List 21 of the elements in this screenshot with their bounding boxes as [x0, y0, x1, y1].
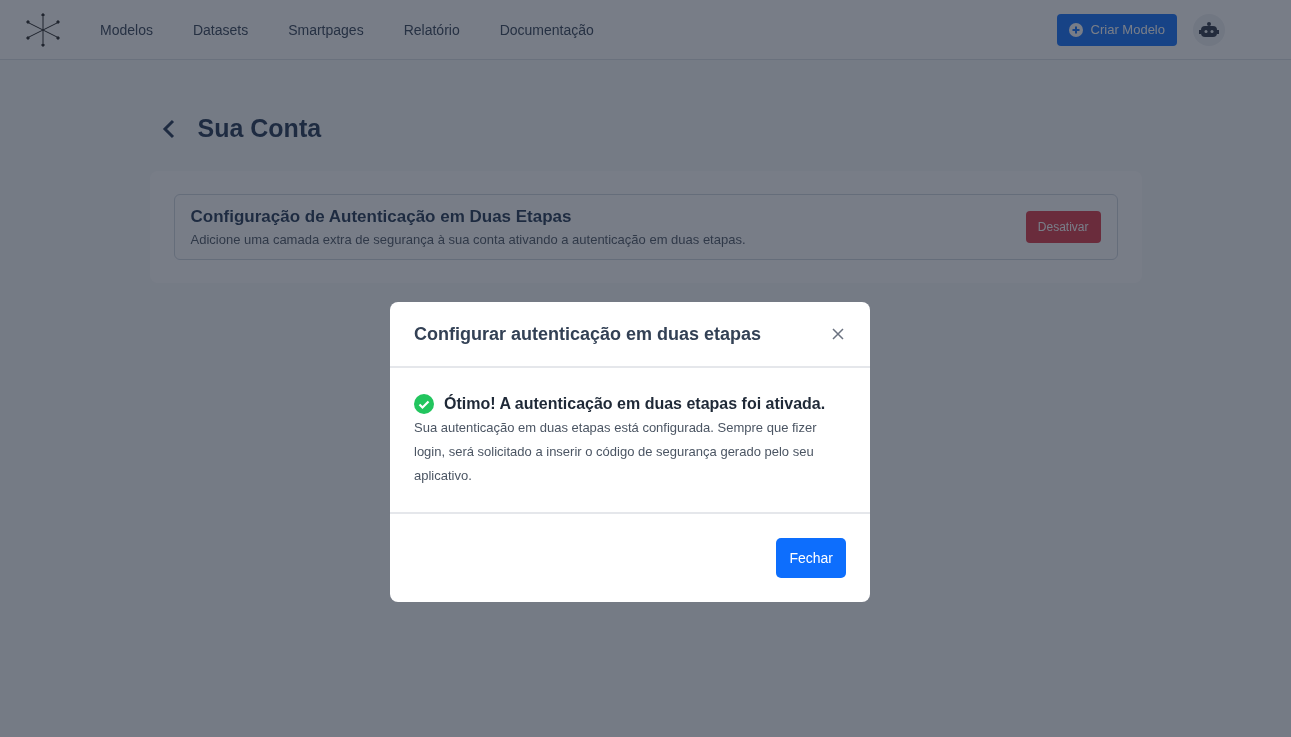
nav-link[interactable]: Relatório: [403, 21, 460, 38]
plus-circle-icon: [1068, 22, 1083, 37]
logo-icon: [26, 12, 60, 47]
check-circle-icon: [414, 394, 434, 414]
create-model-button[interactable]: Criar Modelo: [1056, 13, 1177, 46]
nav-link[interactable]: Smartpages: [288, 21, 364, 38]
disable-button[interactable]: Desativar: [1025, 211, 1101, 243]
panel-title: Configuração de Autenticação em Duas Etapas: [190, 207, 573, 227]
success-message: Sua autenticação em duas etapas está configurada. Sempre que fizer login, será solicitado a inserir o código de segurança gerado pelo seu aplicativo.: [414, 419, 818, 485]
avatar[interactable]: [1193, 13, 1225, 46]
panel-description: Adicione uma camada extra de segurança à sua conta ativando a autenticação em duas etapas.: [190, 232, 746, 247]
dialog-title: Configurar autenticação em duas etapas: [414, 323, 762, 345]
nav-link[interactable]: Modelos: [100, 21, 153, 38]
page-title: Sua Conta: [197, 114, 322, 143]
robot-icon: [1199, 21, 1219, 38]
close-button[interactable]: [830, 326, 846, 342]
close-dialog-button[interactable]: Fechar: [776, 538, 846, 578]
success-title: Ótimo! A autenticação em duas etapas foi ativada.: [444, 395, 826, 413]
back-icon[interactable]: [161, 118, 176, 139]
nav-link[interactable]: Datasets: [192, 21, 249, 38]
nav-link[interactable]: Documentação: [499, 21, 594, 38]
